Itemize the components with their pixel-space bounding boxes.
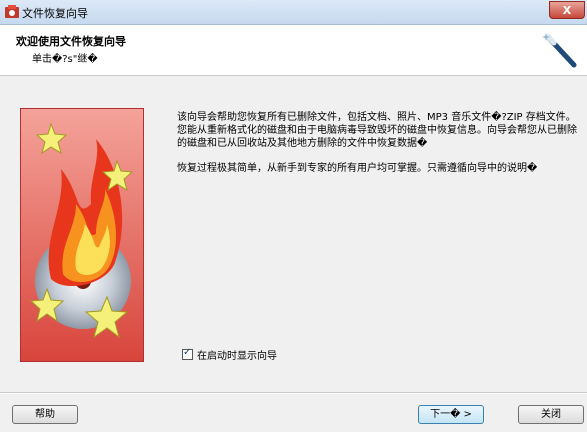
- wizard-window: 文件恢复向导 X 欢迎使用文件恢复向导 单击�?s"继� 该向导会帮助您恢复所有…: [0, 0, 587, 432]
- title-bar[interactable]: 文件恢复向导 X: [0, 0, 587, 25]
- show-at-startup-option[interactable]: 在启动时显示向导: [182, 347, 277, 362]
- header-title: 欢迎使用文件恢复向导: [16, 35, 126, 48]
- wizard-content: 该向导会帮助您恢复所有已删除文件，包括文档、照片、MP3 音乐文件�?ZIP 存…: [177, 111, 580, 187]
- next-button[interactable]: 下一� >: [418, 405, 484, 424]
- show-at-startup-checkbox[interactable]: [182, 347, 193, 360]
- window-close-button[interactable]: X: [549, 1, 585, 19]
- close-button[interactable]: 关闭: [518, 405, 584, 424]
- wizard-header: 欢迎使用文件恢复向导 单击�?s"继�: [0, 25, 587, 76]
- header-subtitle: 单击�?s"继�: [32, 54, 98, 65]
- footer-divider: [0, 392, 587, 394]
- help-button[interactable]: 帮助: [12, 405, 78, 424]
- window-title: 文件恢复向导: [22, 7, 88, 20]
- wizard-banner-image: [20, 108, 144, 362]
- instructions-paragraph: 恢复过程极其简单，从新手到专家的所有用户均可掌握。只需遵循向导中的说明�: [177, 163, 538, 174]
- magic-wand-icon: [542, 33, 577, 68]
- show-at-startup-label: 在启动时显示向导: [197, 351, 277, 362]
- intro-paragraph: 该向导会帮助您恢复所有已删除文件，包括文档、照片、MP3 音乐文件�?ZIP 存…: [177, 112, 577, 149]
- app-icon: [5, 5, 19, 18]
